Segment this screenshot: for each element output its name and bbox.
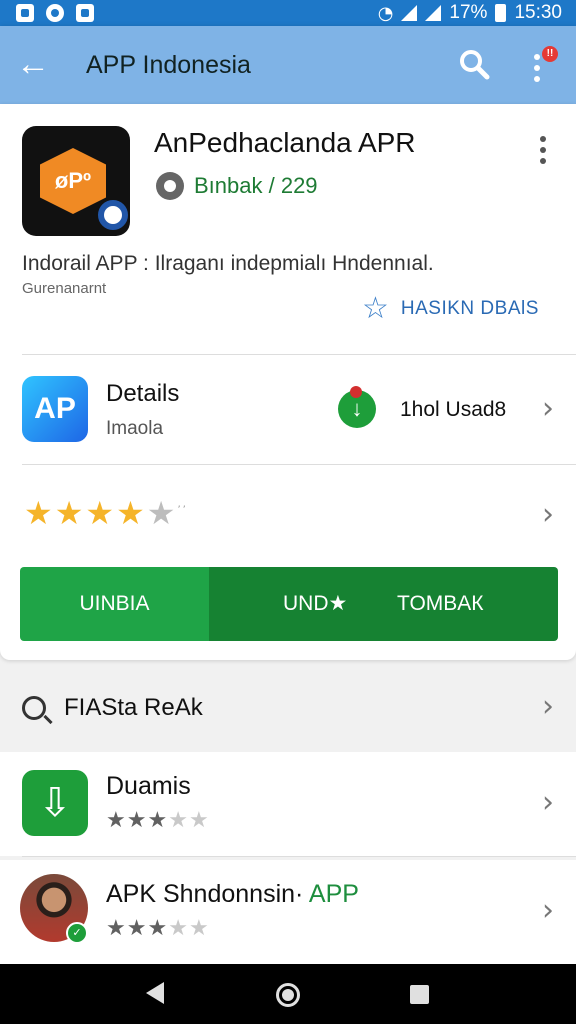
star-filled-icon: ★ bbox=[106, 916, 127, 941]
app-detail-card: øPº AnPedhaclanda APR Bınbak / 229 Indor… bbox=[0, 104, 576, 660]
details-row[interactable]: AP Details Imaola ↓ 1hol Usad8 › bbox=[0, 354, 576, 464]
app-description: Indorail APP : Ilraganı indepmialı Hnden… bbox=[22, 252, 434, 275]
developer-row[interactable]: Bınbak / 229 bbox=[156, 172, 318, 200]
list-item-title: APK Shndonnsin· APP bbox=[106, 880, 359, 908]
related-section-header[interactable]: FIASta ReAk › bbox=[0, 666, 576, 748]
chevron-right-icon: › bbox=[542, 497, 554, 532]
image-notification-icon bbox=[16, 4, 34, 22]
search-icon[interactable] bbox=[456, 46, 492, 82]
search-icon bbox=[22, 696, 46, 720]
app-icon-hexagon: øPº bbox=[40, 148, 106, 214]
list-item[interactable]: ✓ APK Shndonnsin· APP ★★★★★ › bbox=[0, 860, 576, 964]
rating-stars: ★★★★★’’ bbox=[24, 494, 188, 532]
star-filled-icon: ★ bbox=[106, 808, 127, 833]
more-vert-icon bbox=[534, 54, 540, 87]
clock: 15:30 bbox=[514, 2, 562, 23]
verified-badge-icon: ✓ bbox=[66, 922, 88, 944]
star-filled-icon: ★ bbox=[116, 494, 147, 532]
install-button[interactable]: UINBIA bbox=[20, 567, 209, 641]
back-arrow-icon[interactable]: ← bbox=[16, 46, 52, 82]
app-subdescription: Gurenanarnt bbox=[22, 280, 107, 297]
nav-back-icon[interactable] bbox=[146, 982, 164, 1004]
chevron-right-icon: › bbox=[542, 391, 554, 426]
developer-name: Bınbak / 229 bbox=[194, 173, 318, 198]
download-icon: ↓ bbox=[338, 386, 376, 428]
star-empty-icon: ★ bbox=[146, 494, 178, 532]
tombak-label: TOMBAК bbox=[397, 592, 484, 615]
list-item-title: Duamis bbox=[106, 772, 191, 800]
divider bbox=[22, 856, 576, 857]
details-app-icon: AP bbox=[22, 376, 88, 442]
install-bar: UINBIA UND★ TOMBAК bbox=[20, 567, 558, 641]
app-more-button[interactable] bbox=[540, 136, 548, 169]
star-empty-icon: ★ bbox=[168, 808, 189, 833]
rating-note: ’’ bbox=[177, 504, 188, 516]
wishlist-button[interactable]: ☆ HASIKN DBAlS bbox=[362, 294, 539, 324]
signal-icon-2 bbox=[425, 5, 442, 21]
system-nav-bar bbox=[0, 964, 576, 1024]
overflow-menu-button[interactable]: !! bbox=[530, 46, 558, 87]
nav-home-icon[interactable] bbox=[276, 983, 300, 1007]
app-bar: ← APP Indonesia !! bbox=[0, 26, 576, 104]
chevron-right-icon: › bbox=[542, 785, 554, 820]
battery-icon bbox=[495, 4, 507, 22]
clipboard-notification-icon bbox=[76, 4, 94, 22]
chevron-right-icon: › bbox=[542, 893, 554, 928]
download-app-icon: ⇩ bbox=[22, 770, 88, 836]
gear-icon bbox=[156, 172, 184, 200]
star-filled-icon: ★ bbox=[147, 916, 169, 941]
details-title: Details bbox=[106, 380, 180, 407]
eye-icon bbox=[98, 200, 128, 230]
notification-badge: !! bbox=[542, 46, 558, 62]
download-count: 1hol Usad8 bbox=[400, 398, 507, 421]
chevron-right-icon: › bbox=[542, 689, 554, 724]
battery-percent: 17% bbox=[449, 2, 488, 23]
related-title: FIASta ReAk bbox=[64, 694, 203, 721]
wifi-icon: ◔ bbox=[377, 2, 394, 24]
app-bar-title: APP Indonesia bbox=[86, 51, 251, 79]
sync-notification-icon bbox=[46, 4, 64, 22]
star-filled-icon: ★ bbox=[126, 808, 148, 833]
nav-recents-icon[interactable] bbox=[410, 985, 429, 1004]
open-button-label: UND★ bbox=[283, 592, 348, 615]
star-empty-icon: ★ bbox=[188, 808, 210, 833]
star-filled-icon: ★ bbox=[24, 494, 55, 532]
star-outline-icon: ☆ bbox=[362, 292, 389, 325]
app-icon: øPº bbox=[22, 126, 130, 236]
details-subtitle: Imaola bbox=[106, 418, 164, 439]
list-item-stars: ★★★★★ bbox=[106, 808, 210, 833]
list-item-stars: ★★★★★ bbox=[106, 916, 210, 941]
star-filled-icon: ★ bbox=[54, 494, 86, 532]
star-filled-icon: ★ bbox=[85, 494, 117, 532]
rating-row[interactable]: ★★★★★’’ › bbox=[0, 464, 576, 564]
star-filled-icon: ★ bbox=[147, 808, 169, 833]
list-item[interactable]: ⇩ Duamis ★★★★★ › bbox=[0, 752, 576, 856]
app-name: AnPedhaclanda APR bbox=[154, 127, 416, 158]
open-button[interactable]: UND★ TOMBAК bbox=[209, 567, 558, 641]
signal-icon bbox=[401, 5, 418, 21]
star-empty-icon: ★ bbox=[168, 916, 189, 941]
star-empty-icon: ★ bbox=[188, 916, 210, 941]
star-filled-icon: ★ bbox=[126, 916, 148, 941]
wishlist-label: HASIKN DBAlS bbox=[400, 298, 539, 319]
status-bar: ◔ 17% 15:30 bbox=[0, 0, 576, 26]
